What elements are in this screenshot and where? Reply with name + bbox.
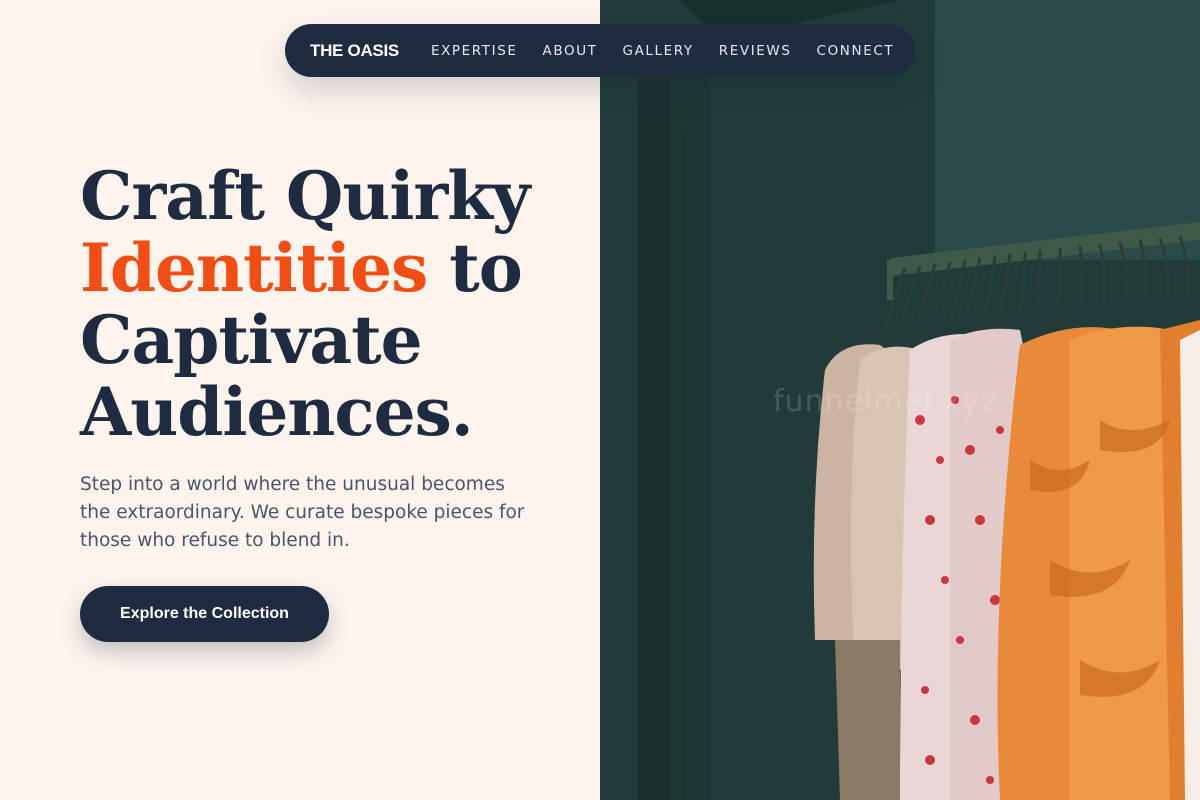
nav-link-connect[interactable]: CONNECT xyxy=(817,43,895,59)
headline-line-2-rest: to xyxy=(427,229,523,307)
explore-collection-button[interactable]: Explore the Collection xyxy=(80,586,329,642)
nav-link-reviews[interactable]: REVIEWS xyxy=(719,43,792,59)
headline-line-2: Identities to xyxy=(80,232,580,304)
nav-links: EXPERTISE ABOUT GALLERY REVIEWS CONNECT xyxy=(431,43,894,59)
headline-line-3: Captivate xyxy=(80,301,423,379)
nav-link-expertise[interactable]: EXPERTISE xyxy=(431,43,518,59)
top-navigation: THE OASIS EXPERTISE ABOUT GALLERY REVIEW… xyxy=(285,24,915,77)
hero-headline: Craft Quirky Identities to Captivate Aud… xyxy=(80,160,580,448)
headline-line-1: Craft Quirky xyxy=(80,157,530,235)
headline-line-4: Audiences. xyxy=(80,373,474,451)
watermark: funnelmel.xyz xyxy=(773,384,998,419)
brand-logo[interactable]: THE OASIS xyxy=(310,41,399,61)
nav-link-gallery[interactable]: GALLERY xyxy=(623,43,694,59)
nav-link-about[interactable]: ABOUT xyxy=(543,43,598,59)
headline-accent: Identities xyxy=(80,229,428,307)
hero-subtext: Step into a world where the unusual beco… xyxy=(80,474,525,551)
